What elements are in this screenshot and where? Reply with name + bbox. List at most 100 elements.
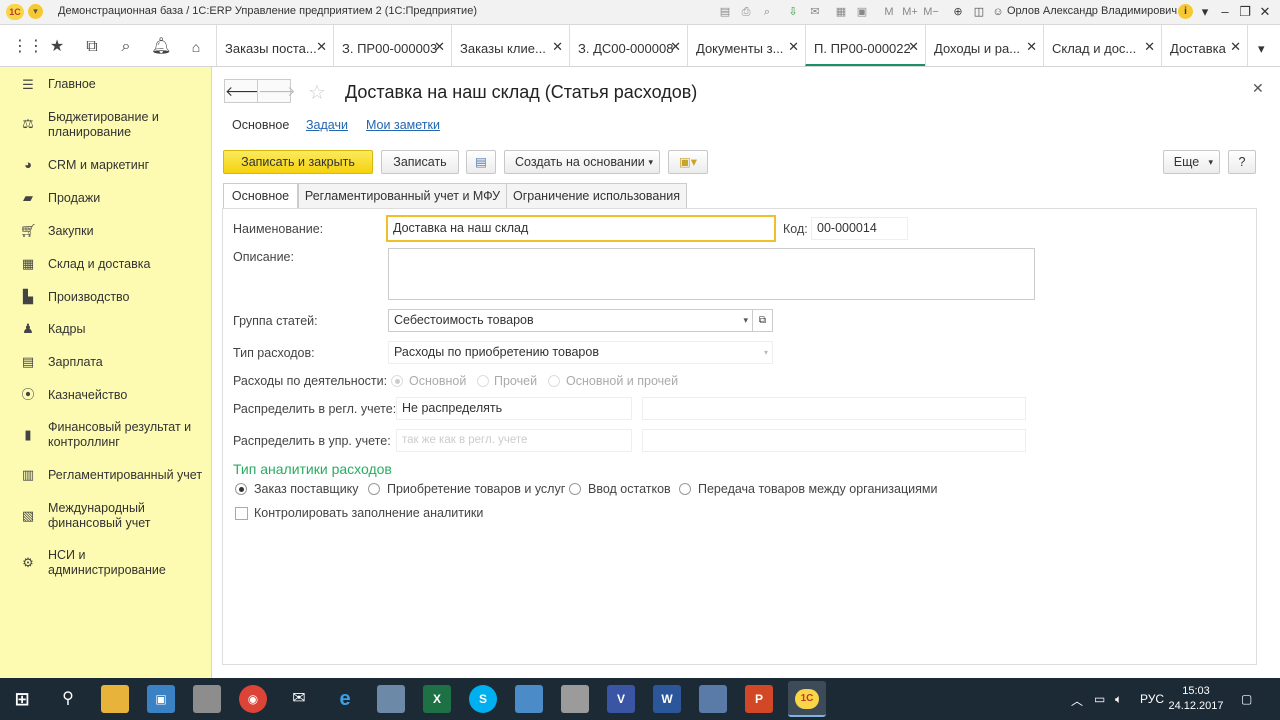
distribute-reg-select[interactable]: Не распределять <box>396 397 632 420</box>
tab-warehouse[interactable]: Склад и дос... ✕ <box>1043 25 1161 66</box>
expense-type-select[interactable]: Расходы по приобретению товаров ▾ <box>388 341 773 364</box>
close-tab-icon[interactable]: ✕ <box>1026 39 1037 55</box>
sidebar-item-purchases[interactable]: Закупки <box>0 224 212 239</box>
create-based-on-button[interactable]: Создать на основании ▾ <box>504 150 660 174</box>
close-tab-icon[interactable]: ✕ <box>1230 39 1241 55</box>
search-icon[interactable]: ⌕ <box>116 37 136 57</box>
sidebar-item-budgeting[interactable]: Бюджетирование и планирование <box>0 110 190 140</box>
app-icon[interactable] <box>377 685 405 713</box>
restore-button[interactable]: ❐ <box>1236 3 1254 21</box>
sections-grid-icon[interactable]: ⋮⋮ <box>12 37 44 57</box>
1c-taskbar-icon[interactable]: 1С <box>788 681 826 717</box>
open-group-icon[interactable]: ⧉ <box>752 309 773 332</box>
print-menu-icon[interactable]: ▣▾ <box>668 150 708 174</box>
name-input[interactable]: Доставка на наш склад <box>386 215 776 242</box>
info-icon[interactable]: i <box>1178 4 1193 19</box>
sidebar-item-treasury[interactable]: Казначейство <box>0 388 212 403</box>
sidebar-item-reg-accounting[interactable]: Регламентированный учет <box>0 468 212 483</box>
analytics-radio-supplier-order[interactable] <box>235 483 247 495</box>
sidebar-item-staff[interactable]: Кадры <box>0 322 212 337</box>
save-icon[interactable]: ▤ <box>718 5 732 19</box>
main-menu-button[interactable]: ▾ <box>28 4 43 19</box>
tab-income-expenses[interactable]: Доходы и ра... ✕ <box>925 25 1043 66</box>
control-analytics-checkbox[interactable] <box>235 507 248 520</box>
favorites-star-icon[interactable]: ★ <box>47 37 67 57</box>
memory-m-icon[interactable]: M <box>880 5 898 19</box>
preview-icon[interactable]: ⌕ <box>760 5 774 19</box>
more-button[interactable]: Еще ▾ <box>1163 150 1220 174</box>
taskbar-search-icon[interactable]: ⚲ <box>54 685 82 713</box>
app-icon[interactable] <box>193 685 221 713</box>
store-icon[interactable]: ▣ <box>147 685 175 713</box>
close-form-icon[interactable]: ✕ <box>1252 80 1264 97</box>
visio-icon[interactable]: V <box>607 685 635 713</box>
distribute-reg-extra[interactable] <box>642 397 1026 420</box>
excel-icon[interactable]: X <box>423 685 451 713</box>
windows-start-icon[interactable]: ⊞ <box>8 685 36 713</box>
volume-icon[interactable]: 🔈︎ <box>1115 692 1122 707</box>
minimize-button[interactable]: – <box>1216 3 1234 21</box>
tabs-overflow-button[interactable]: ▾ <box>1247 25 1280 66</box>
forward-button[interactable]: 🡒 <box>257 79 296 103</box>
sidebar-item-salary[interactable]: Зарплата <box>0 355 212 370</box>
calculator-icon[interactable]: ▦ <box>834 5 848 19</box>
paint-icon[interactable] <box>561 685 589 713</box>
close-tab-icon[interactable]: ✕ <box>316 39 327 55</box>
mail-app-icon[interactable]: ✉ <box>285 685 313 713</box>
distribute-mgmt-select[interactable]: так же как в регл. учете <box>396 429 632 452</box>
nav-link-tasks[interactable]: Задачи <box>306 118 348 132</box>
sidebar-item-production[interactable]: Производство <box>0 290 212 305</box>
form-tab-restrictions[interactable]: Ограничение использования <box>506 183 687 209</box>
app-icon[interactable] <box>699 685 727 713</box>
form-tab-main[interactable]: Основное <box>223 183 298 210</box>
tab-orders-suppliers[interactable]: Заказы поста... ✕ <box>216 25 333 66</box>
sidebar-item-warehouse[interactable]: Склад и доставка <box>0 257 212 272</box>
panels-icon[interactable]: ◫ <box>972 5 986 19</box>
app-icon[interactable] <box>515 685 543 713</box>
tab-delivery[interactable]: Доставка ✕ <box>1161 25 1247 66</box>
tab-documents[interactable]: Документы з... ✕ <box>687 25 805 66</box>
chrome-icon[interactable]: ◉ <box>239 685 267 713</box>
close-tab-icon[interactable]: ✕ <box>434 39 445 55</box>
mail-icon[interactable]: ✉ <box>808 5 822 19</box>
close-window-button[interactable]: ✕ <box>1256 3 1274 21</box>
battery-icon[interactable]: ▭ <box>1094 692 1105 706</box>
close-tab-icon[interactable]: ✕ <box>788 39 799 55</box>
nav-link-notes[interactable]: Мои заметки <box>366 118 440 132</box>
save-button[interactable]: Записать <box>381 150 459 174</box>
input-language[interactable]: РУС <box>1140 692 1164 706</box>
sidebar-item-admin[interactable]: НСИ и администрирование <box>0 548 175 578</box>
history-icon[interactable]: ⧉ <box>82 37 102 57</box>
activity-radio-both[interactable] <box>548 375 560 387</box>
activity-radio-main[interactable] <box>391 375 403 387</box>
sidebar-item-international[interactable]: Международный финансовый учет <box>0 501 165 531</box>
close-tab-icon[interactable]: ✕ <box>552 39 563 55</box>
zoom-icon[interactable]: ⊕ <box>951 5 965 19</box>
nav-link-main[interactable]: Основное <box>232 118 289 132</box>
favorite-star-icon[interactable]: ☆ <box>308 80 326 105</box>
description-textarea[interactable] <box>388 248 1035 300</box>
memory-plus-icon[interactable]: M+ <box>901 5 919 19</box>
analytics-radio-transfer[interactable] <box>679 483 691 495</box>
analytics-radio-acquisition[interactable] <box>368 483 380 495</box>
close-tab-icon[interactable]: ✕ <box>908 39 919 55</box>
powerpoint-icon[interactable]: P <box>745 685 773 713</box>
system-clock[interactable]: 15:03 24.12.2017 <box>1166 684 1226 714</box>
notifications-bell-icon[interactable]: 🔔︎ <box>151 37 171 57</box>
file-explorer-icon[interactable] <box>101 685 129 713</box>
help-button[interactable]: ? <box>1228 150 1256 174</box>
save-and-close-button[interactable]: Записать и закрыть <box>223 150 373 174</box>
sidebar-item-main[interactable]: Главное <box>0 77 212 92</box>
download-icon[interactable]: ⇩ <box>786 5 800 19</box>
action-center-icon[interactable]: ▢ <box>1241 692 1252 706</box>
group-select[interactable]: Себестоимость товаров ▾ <box>388 309 753 332</box>
home-icon[interactable]: ⌂ <box>186 37 206 57</box>
calendar-icon[interactable]: ▣ <box>855 5 869 19</box>
edge-icon[interactable]: e <box>331 685 359 713</box>
code-input[interactable]: 00-000014 <box>811 217 908 240</box>
skype-icon[interactable]: S <box>469 685 497 713</box>
memory-minus-icon[interactable]: M− <box>922 5 940 19</box>
tab-receipt-pr22[interactable]: П. ПР00-000022 ✕ <box>805 25 925 66</box>
tab-order-pr3[interactable]: З. ПР00-000003 ✕ <box>333 25 451 66</box>
window-menu-button[interactable]: ▾ <box>1196 3 1214 21</box>
